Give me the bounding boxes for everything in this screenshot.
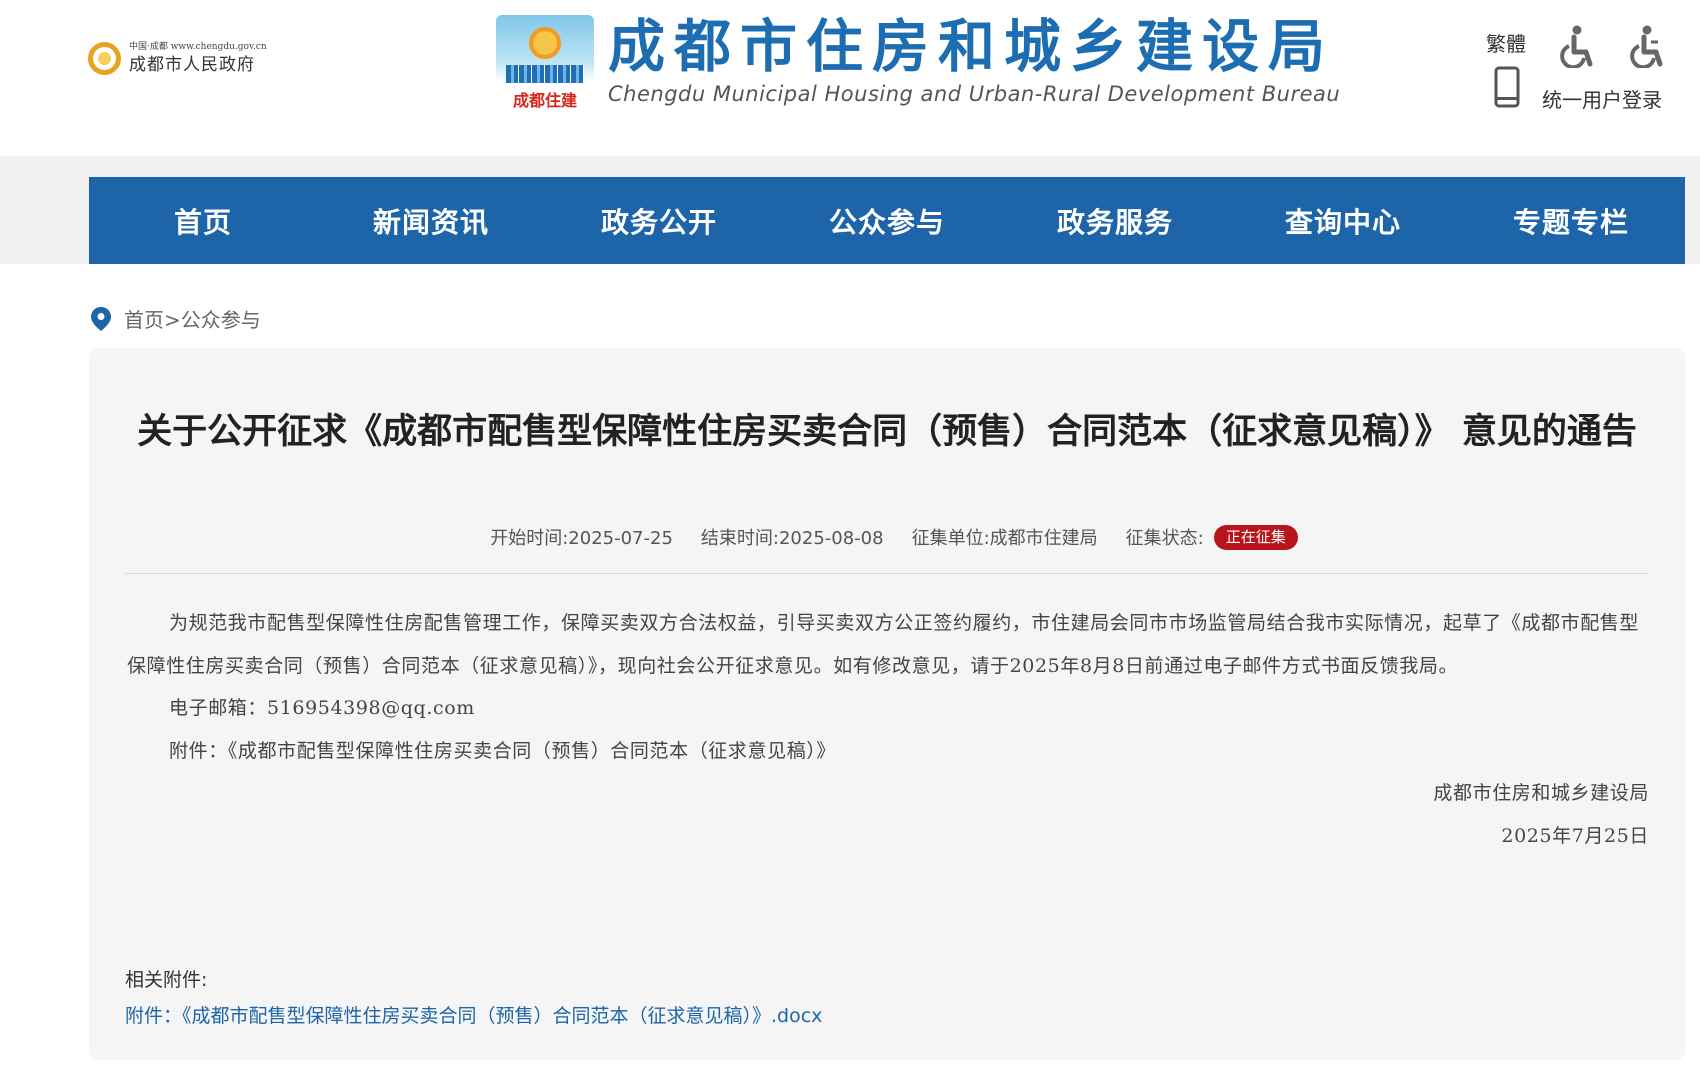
chengdu-government-logo-link[interactable]: 中国·成都 www.chengdu.gov.cn 成都市人民政府 <box>88 42 267 75</box>
start-time: 开始时间:2025-07-25 <box>490 528 673 549</box>
attachment-download-link[interactable]: 附件：《成都市配售型保障性住房买卖合同（预售）合同范本（征求意见稿）》.docx <box>125 1001 822 1028</box>
chengdu-emblem-icon <box>88 42 121 75</box>
unified-login-link[interactable]: 统一用户登录 <box>1542 84 1662 113</box>
bureau-title-english: Chengdu Municipal Housing and Urban-Rura… <box>608 82 1341 106</box>
bureau-title: 成都市住房和城乡建设局 <box>608 14 1334 80</box>
breadcrumb-current-link[interactable]: 公众参与 <box>181 308 261 332</box>
gov-name: 成都市人民政府 <box>129 55 255 75</box>
city-skyline-icon <box>506 65 584 83</box>
collecting-unit: 征集单位:成都市住建局 <box>911 528 1098 549</box>
article-paragraph: 为规范我市配售型保障性住房配售管理工作，保障买卖双方合法权益，引导买卖双方公正签… <box>127 612 1640 677</box>
end-time: 结束时间:2025-08-08 <box>700 528 884 549</box>
gov-logo-text: 中国·成都 www.chengdu.gov.cn 成都市人民政府 <box>129 43 267 74</box>
related-attachments-label: 相关附件: <box>125 969 208 991</box>
status-label: 征集状态: <box>1125 528 1204 549</box>
breadcrumb-separator: > <box>164 308 181 332</box>
breadcrumb: 首页>公众参与 <box>90 304 261 333</box>
top-utility-links: 繁體 统一用户登录 <box>1486 24 1686 114</box>
nav-item-news[interactable]: 新闻资讯 <box>317 177 545 264</box>
wheelchair-icon[interactable] <box>1555 24 1595 68</box>
mobile-phone-icon[interactable] <box>1494 66 1520 108</box>
nav-item-home[interactable]: 首页 <box>89 177 317 264</box>
nav-item-special-topics[interactable]: 专题专栏 <box>1457 177 1685 264</box>
main-nav: 首页 新闻资讯 政务公开 公众参与 政务服务 查询中心 专题专栏 <box>89 177 1685 264</box>
article-body: 为规范我市配售型保障性住房配售管理工作，保障买卖双方合法权益，引导买卖双方公正签… <box>127 602 1651 857</box>
contact-email: 电子邮箱：516954398@qq.com <box>169 697 475 719</box>
nav-item-government-affairs[interactable]: 政务公开 <box>545 177 773 264</box>
nav-item-government-services[interactable]: 政务服务 <box>1001 177 1229 264</box>
article-title: 关于公开征求《成都市配售型保障性住房买卖合同（预售）合同范本（征求意见稿）》 意… <box>137 412 1637 452</box>
article-meta: 开始时间:2025-07-25 结束时间:2025-08-08 征集单位:成都市… <box>89 524 1685 550</box>
signature-date: 2025年7月25日 <box>1501 824 1649 847</box>
breadcrumb-home-link[interactable]: 首页 <box>124 308 164 332</box>
attachment-mention: 附件：《成都市配售型保障性住房买卖合同（预售）合同范本（征求意见稿）》 <box>169 739 837 762</box>
nav-item-public-participation[interactable]: 公众参与 <box>773 177 1001 264</box>
nav-item-query-center[interactable]: 查询中心 <box>1229 177 1457 264</box>
meta-divider <box>125 573 1649 574</box>
site-header: 中国·成都 www.chengdu.gov.cn 成都市人民政府 成都住建 成都… <box>0 0 1700 156</box>
gov-site-url: 中国·成都 www.chengdu.gov.cn <box>129 42 267 52</box>
collection-status: 征集状态: 正在征集 <box>1126 524 1298 550</box>
breadcrumb-text: 首页>公众参与 <box>124 304 261 333</box>
bureau-logo-text: 成都住建 <box>512 91 577 110</box>
article-card: 关于公开征求《成都市配售型保障性住房买卖合同（预售）合同范本（征求意见稿）》 意… <box>89 348 1685 1060</box>
sun-icon <box>529 27 561 59</box>
wheelchair-icon[interactable] <box>1625 24 1665 68</box>
bureau-logo[interactable]: 成都住建 <box>496 15 594 111</box>
signature-org: 成都市住房和城乡建设局 <box>1433 782 1649 804</box>
status-badge: 正在征集 <box>1213 524 1298 550</box>
location-pin-icon <box>91 306 111 331</box>
traditional-chinese-link[interactable]: 繁體 <box>1486 28 1526 57</box>
